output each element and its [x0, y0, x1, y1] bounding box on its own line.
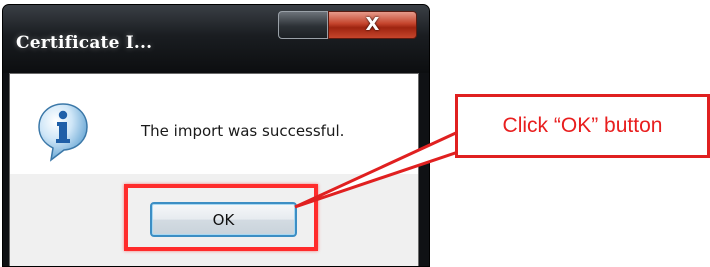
dialog-title: Certificate I...	[16, 33, 153, 53]
close-button[interactable]: X	[328, 11, 417, 39]
close-icon: X	[365, 14, 380, 35]
success-message: The import was successful.	[141, 122, 345, 140]
instruction-callout: Click “OK” button	[455, 94, 710, 158]
info-icon	[38, 103, 88, 162]
minimize-button[interactable]	[278, 11, 328, 39]
callout-text: Click “OK” button	[502, 114, 663, 137]
title-bar: Certificate I... X	[3, 5, 429, 73]
ok-highlight-box	[124, 184, 318, 251]
message-area: The import was successful.	[10, 74, 418, 174]
